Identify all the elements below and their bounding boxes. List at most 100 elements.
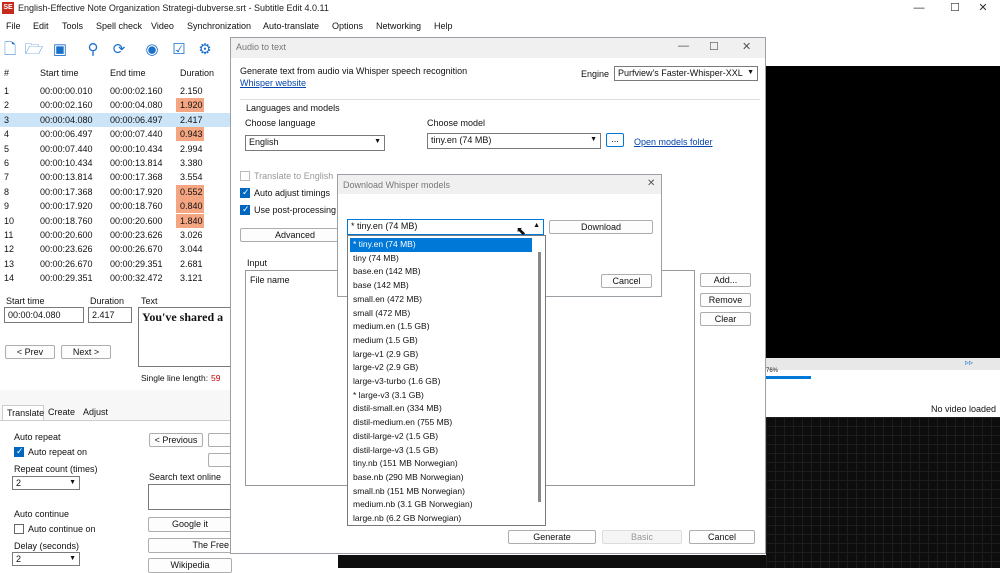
duration-input[interactable]: 2.417: [88, 307, 132, 323]
visual-sync-icon[interactable]: ◉: [142, 40, 162, 60]
clear-button[interactable]: Clear: [700, 312, 751, 326]
col-start-time[interactable]: Start time: [40, 68, 79, 83]
dropdown-option[interactable]: small.en (472 MB): [350, 293, 532, 307]
dropdown-option[interactable]: * tiny.en (74 MB): [350, 238, 532, 252]
menu-video[interactable]: Video: [151, 21, 174, 31]
minimize-button[interactable]: —: [902, 0, 936, 17]
tab-translate[interactable]: Translate: [2, 405, 44, 420]
auto-continue-checkbox[interactable]: [14, 524, 24, 534]
model-select[interactable]: tiny.en (74 MB) ▼: [427, 133, 601, 149]
dropdown-option[interactable]: tiny.nb (151 MB Norwegian): [350, 457, 532, 471]
generate-button[interactable]: Generate: [508, 530, 596, 544]
subtitle-text-input[interactable]: You've shared a: [138, 307, 232, 367]
table-row[interactable]: 12 00:00:23.626 00:00:26.670 3.044: [0, 242, 232, 256]
dropdown-option[interactable]: large-v2 (2.9 GB): [350, 361, 532, 375]
audio-dialog-minimize[interactable]: —: [678, 40, 689, 52]
dropdown-option[interactable]: base (142 MB): [350, 279, 532, 293]
translate-to-english-checkbox[interactable]: [240, 171, 250, 181]
table-row[interactable]: 7 00:00:13.814 00:00:17.368 3.554: [0, 170, 232, 184]
search-online-input[interactable]: [148, 484, 232, 510]
col-end-time[interactable]: End time: [110, 68, 146, 83]
col-duration[interactable]: Duration: [180, 68, 214, 83]
dropdown-option[interactable]: distil-large-v3 (1.5 GB): [350, 444, 532, 458]
file-name-column[interactable]: File name: [250, 275, 290, 285]
dropdown-scrollbar[interactable]: [538, 252, 541, 502]
repeat-count-select[interactable]: 2 ▼: [12, 476, 80, 490]
menu-auto-translate[interactable]: Auto-translate: [263, 21, 319, 31]
menu-tools[interactable]: Tools: [62, 21, 83, 31]
menu-help[interactable]: Help: [434, 21, 453, 31]
google-it-button[interactable]: Google it: [148, 517, 232, 532]
table-row[interactable]: 5 00:00:07.440 00:00:10.434 2.994: [0, 142, 232, 156]
table-row[interactable]: 9 00:00:17.920 00:00:18.760 0.840: [0, 199, 232, 214]
table-row[interactable]: 2 00:00:02.160 00:00:04.080 1.920: [0, 98, 232, 113]
dropdown-option[interactable]: tiny (74 MB): [350, 252, 532, 266]
table-row[interactable]: 4 00:00:06.497 00:00:07.440 0.943: [0, 127, 232, 142]
download-models-button[interactable]: ...: [606, 133, 624, 147]
dropdown-option[interactable]: base.en (142 MB): [350, 265, 532, 279]
dropdown-option[interactable]: medium.nb (3.1 GB Norwegian): [350, 498, 532, 512]
table-row[interactable]: 3 00:00:04.080 00:00:06.497 2.417: [0, 112, 232, 128]
language-select[interactable]: English ▼: [245, 135, 385, 151]
dropdown-option[interactable]: distil-medium.en (755 MB): [350, 416, 532, 430]
menu-synchronization[interactable]: Synchronization: [187, 21, 251, 31]
dropdown-option[interactable]: large-v1 (2.9 GB): [350, 348, 532, 362]
free-dictionary-button[interactable]: The Free: [148, 538, 232, 553]
download-dialog-close[interactable]: ✕: [647, 178, 655, 189]
dropdown-option[interactable]: small.nb (151 MB Norwegian): [350, 485, 532, 499]
col-number[interactable]: #: [4, 68, 9, 83]
auto-adjust-checkbox[interactable]: [240, 187, 250, 198]
audio-dialog-close[interactable]: ✕: [742, 40, 751, 53]
fast-forward-icon[interactable]: ▹▹: [965, 358, 973, 367]
whisper-website-link[interactable]: Whisper website: [240, 78, 306, 88]
menu-edit[interactable]: Edit: [33, 21, 49, 31]
audio-dialog-maximize[interactable]: ☐: [709, 40, 719, 53]
dropdown-option[interactable]: distil-large-v2 (1.5 GB): [350, 430, 532, 444]
add-button[interactable]: Add...: [700, 273, 751, 287]
replace-icon[interactable]: ⟳: [109, 40, 129, 60]
start-time-input[interactable]: 00:00:04.080: [4, 307, 84, 323]
prev-button[interactable]: < Prev: [5, 345, 55, 359]
delay-select[interactable]: 2 ▼: [12, 552, 80, 566]
remove-button[interactable]: Remove: [700, 293, 751, 307]
volume-slider[interactable]: [766, 376, 811, 379]
open-folder-icon[interactable]: 🗁: [24, 40, 44, 60]
previous-button[interactable]: < Previous: [149, 433, 203, 447]
table-row[interactable]: 14 00:00:29.351 00:00:32.472 3.121: [0, 271, 232, 285]
close-button[interactable]: ✕: [966, 0, 1000, 17]
table-row[interactable]: 11 00:00:20.600 00:00:23.626 3.026: [0, 228, 232, 242]
dropdown-option[interactable]: * large-v3 (3.1 GB): [350, 389, 532, 403]
engine-select[interactable]: Purfview's Faster-Whisper-XXL ▼: [614, 66, 758, 81]
play-button[interactable]: [208, 433, 232, 447]
download-button[interactable]: Download: [549, 220, 653, 234]
table-row[interactable]: 6 00:00:10.434 00:00:13.814 3.380: [0, 156, 232, 170]
find-icon[interactable]: ⚲: [83, 40, 103, 60]
cancel-button[interactable]: Cancel: [689, 530, 755, 544]
menu-networking[interactable]: Networking: [376, 21, 421, 31]
open-models-folder-link[interactable]: Open models folder: [634, 137, 713, 147]
post-processing-checkbox[interactable]: [240, 204, 250, 215]
table-row[interactable]: 13 00:00:26.670 00:00:29.351 2.681: [0, 257, 232, 271]
pause-button[interactable]: [208, 453, 232, 467]
table-row[interactable]: 8 00:00:17.368 00:00:17.920 0.552: [0, 184, 232, 199]
tab-create[interactable]: Create: [48, 407, 75, 417]
menu-file[interactable]: File: [6, 21, 21, 31]
dropdown-option[interactable]: medium.en (1.5 GB): [350, 320, 532, 334]
video-player[interactable]: [766, 66, 1000, 358]
table-row[interactable]: 10 00:00:18.760 00:00:20.600 1.840: [0, 213, 232, 228]
waveform-area[interactable]: [766, 417, 1000, 568]
wikipedia-button[interactable]: Wikipedia: [148, 558, 232, 573]
dropdown-option[interactable]: base.nb (290 MB Norwegian): [350, 471, 532, 485]
auto-repeat-checkbox[interactable]: [14, 446, 24, 457]
next-button[interactable]: Next >: [61, 345, 111, 359]
save-icon[interactable]: ▣: [50, 40, 70, 60]
dropdown-option[interactable]: large-v3-turbo (1.6 GB): [350, 375, 532, 389]
spell-check-icon[interactable]: ☑: [169, 40, 189, 60]
dropdown-option[interactable]: medium (1.5 GB): [350, 334, 532, 348]
settings-icon[interactable]: ⚙: [195, 40, 215, 60]
basic-button[interactable]: Basic: [602, 530, 682, 544]
advanced-button[interactable]: Advanced: [240, 228, 350, 242]
dropdown-option[interactable]: distil-small.en (334 MB): [350, 402, 532, 416]
new-file-icon[interactable]: 🗋: [0, 40, 20, 60]
menu-spell-check[interactable]: Spell check: [96, 21, 142, 31]
